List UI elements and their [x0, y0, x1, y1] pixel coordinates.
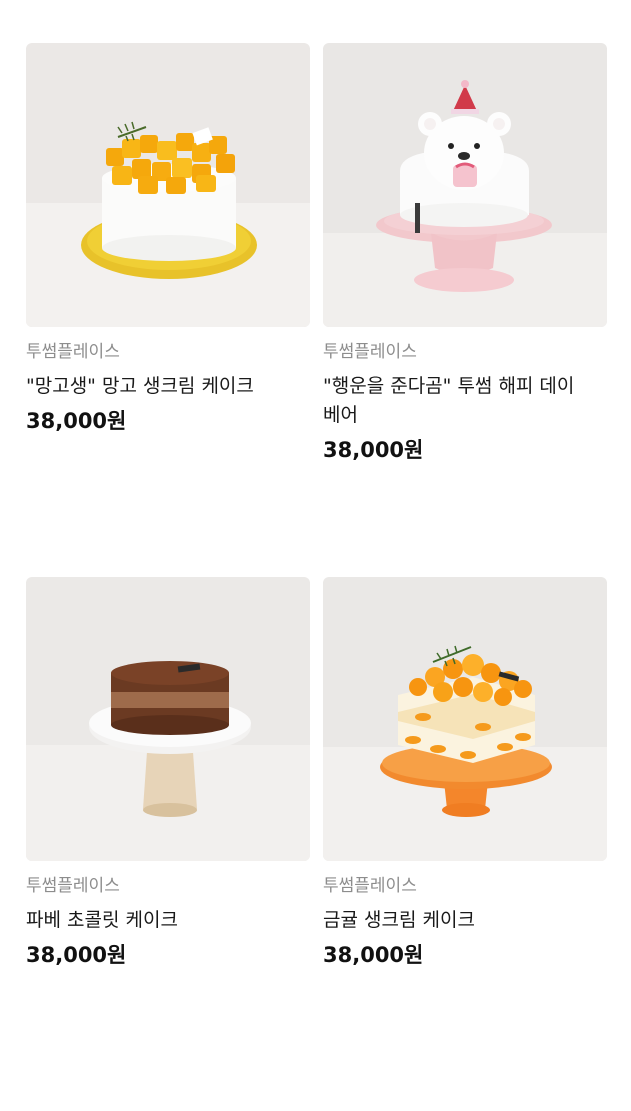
product-grid: 투썸플레이스 "망고생" 망고 생크림 케이크 38,000원 투썸플레이스 "…	[26, 43, 607, 1111]
product-price: 38,000원	[26, 943, 127, 967]
product-title[interactable]: 파베 초콜릿 케이크	[26, 906, 310, 935]
brand-name: 투썸플레이스	[26, 342, 120, 362]
product-price: 38,000원	[323, 438, 424, 462]
chocolate-cake-icon[interactable]	[26, 577, 310, 861]
product-card[interactable]: 투썸플레이스 "행운을 준다곰" 투썸 해피 데이 베어 38,000원	[323, 43, 607, 577]
product-title[interactable]: 금귤 생크림 케이크	[323, 906, 607, 935]
product-price: 38,000원	[26, 409, 127, 433]
product-card[interactable]: 투썸플레이스 "망고생" 망고 생크림 케이크 38,000원	[26, 43, 310, 577]
product-title[interactable]: "행운을 준다곰" 투썸 해피 데이 베어	[323, 372, 607, 430]
brand-name: 투썸플레이스	[26, 876, 120, 896]
product-price: 38,000원	[323, 943, 424, 967]
brand-name: 투썸플레이스	[323, 342, 417, 362]
bear-cake-icon[interactable]	[323, 43, 607, 327]
brand-name: 투썸플레이스	[323, 876, 417, 896]
kumquat-cake-icon[interactable]	[323, 577, 607, 861]
product-card[interactable]: 투썸플레이스 파베 초콜릿 케이크 38,000원	[26, 577, 310, 1111]
product-card[interactable]: 투썸플레이스 금귤 생크림 케이크 38,000원	[323, 577, 607, 1111]
product-title[interactable]: "망고생" 망고 생크림 케이크	[26, 372, 310, 401]
mango-cake-icon[interactable]	[26, 43, 310, 327]
